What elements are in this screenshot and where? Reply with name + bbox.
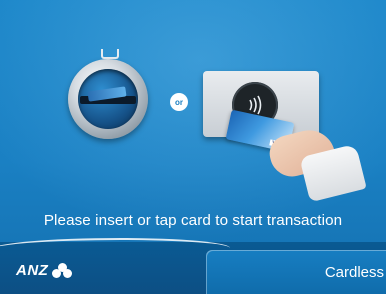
- anz-people-icon: [52, 262, 73, 279]
- reader-slot-tab-icon: [101, 49, 119, 59]
- insert-card-prompt: Please insert or tap card to start trans…: [43, 212, 343, 229]
- background-glow: [0, 0, 386, 240]
- anz-logo: ANZ: [16, 262, 73, 279]
- card-reader-icon: [68, 49, 148, 155]
- decorative-swoosh: [0, 238, 230, 260]
- cardless-button[interactable]: Cardless: [206, 250, 386, 294]
- atm-screen: or VISA Please insert or tap card to sta…: [0, 0, 386, 294]
- or-separator: or: [170, 93, 188, 111]
- cardless-button-label: Cardless: [324, 264, 384, 281]
- brand-name: ANZ: [16, 262, 49, 279]
